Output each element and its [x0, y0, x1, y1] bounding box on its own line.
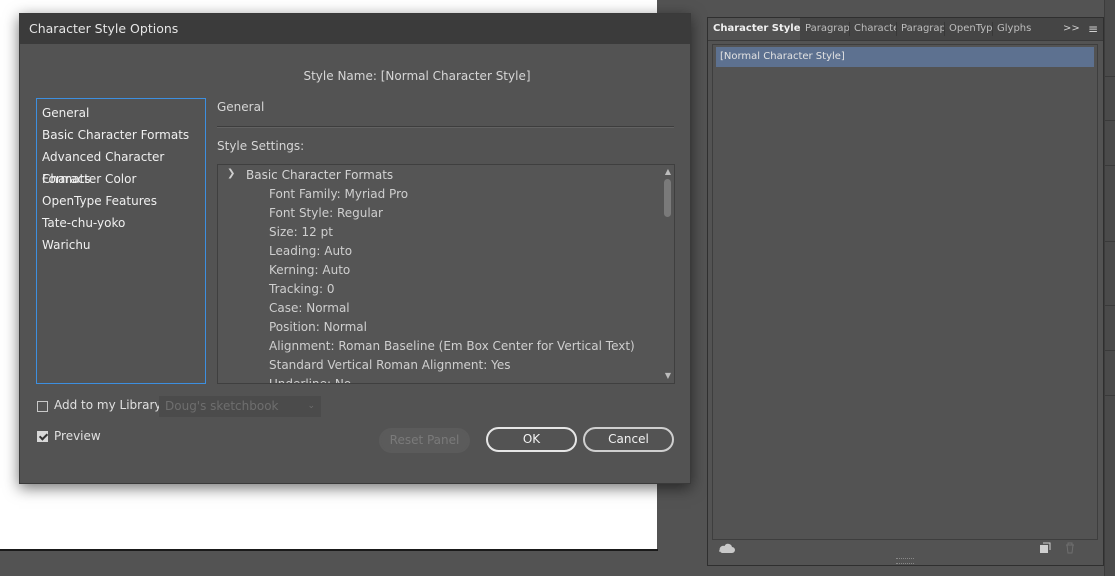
expand-panel-icon[interactable]: >> [1063, 18, 1080, 40]
scroll-up-icon[interactable]: ▲ [663, 167, 673, 177]
preview-checkbox[interactable] [37, 431, 48, 442]
tab-character-styles[interactable]: Character Styles [708, 18, 800, 40]
new-style-icon[interactable] [1039, 542, 1051, 556]
settings-line: Tracking: 0 [269, 282, 335, 296]
settings-line: Case: Normal [269, 301, 350, 315]
add-to-library-label[interactable]: Add to my Library [54, 398, 161, 412]
style-settings-label: Style Settings: [217, 139, 305, 153]
settings-line: Size: 12 pt [269, 225, 333, 239]
settings-line: Font Family: Myriad Pro [269, 187, 409, 201]
dialog-title: Character Style Options [20, 14, 690, 44]
settings-line: Standard Vertical Roman Alignment: Yes [269, 358, 511, 372]
library-select-value: Doug's sketchbook [165, 399, 279, 413]
reset-panel-button[interactable]: Reset Panel [379, 428, 470, 453]
settings-line: Kerning: Auto [269, 263, 351, 277]
list-item-normal-character-style[interactable]: [Normal Character Style] [716, 47, 1094, 67]
style-name-value: [Normal Character Style] [380, 69, 531, 83]
scroll-down-icon[interactable]: ▼ [663, 371, 673, 381]
style-name-label: Style Name: [303, 69, 377, 83]
settings-line: Position: Normal [269, 320, 367, 334]
panel-tab-bar: Character Styles Paragrap Characte Parag… [708, 18, 1103, 41]
chevron-down-icon[interactable]: ❯ [227, 167, 239, 181]
category-item-character-color[interactable]: Character Color [37, 168, 205, 190]
category-item-basic-character-formats[interactable]: Basic Character Formats [37, 124, 205, 146]
ok-button[interactable]: OK [486, 427, 577, 452]
settings-line: Font Style: Regular [269, 206, 383, 220]
cloud-icon[interactable] [718, 542, 736, 556]
tab-paragraph[interactable]: Paragrap [896, 18, 944, 40]
settings-line: Alignment: Roman Baseline (Em Box Center… [269, 339, 635, 353]
section-divider [217, 126, 674, 128]
tab-opentype[interactable]: OpenTyp [944, 18, 992, 40]
trash-icon[interactable] [1064, 542, 1076, 556]
style-name-row: Style Name: [Normal Character Style] [20, 69, 690, 83]
library-select[interactable]: Doug's sketchbook ⌄ [159, 396, 321, 417]
category-item-general[interactable]: General [37, 102, 205, 124]
preview-label[interactable]: Preview [54, 429, 101, 443]
character-styles-list[interactable]: [Normal Character Style] [712, 44, 1098, 540]
category-item-warichu[interactable]: Warichu [37, 234, 205, 256]
scroll-thumb[interactable] [664, 179, 671, 217]
settings-line: Leading: Auto [269, 244, 353, 258]
section-heading: General [217, 100, 265, 114]
cancel-button[interactable]: Cancel [583, 427, 674, 452]
character-style-options-dialog: Character Style Options Style Name: [Nor… [19, 13, 691, 484]
settings-group-basic-character-formats[interactable]: Basic Character Formats [246, 166, 393, 185]
character-styles-panel: Character Styles Paragrap Characte Parag… [707, 17, 1104, 566]
category-item-tate-chu-yoko[interactable]: Tate-chu-yoko [37, 212, 205, 234]
tab-paragraph-styles[interactable]: Paragrap [800, 18, 849, 40]
panel-footer [708, 541, 1103, 559]
style-settings-box[interactable]: ❯ Basic Character Formats Font Family: M… [217, 164, 675, 384]
panel-resize-grip[interactable] [896, 558, 914, 564]
chevron-down-icon: ⌄ [307, 401, 315, 411]
document-page-edge [0, 549, 658, 551]
right-dock-strip [1104, 0, 1115, 576]
add-to-library-checkbox[interactable] [37, 401, 48, 412]
tab-character[interactable]: Characte [849, 18, 896, 40]
settings-line: Underline: No [269, 377, 352, 384]
panel-menu-icon[interactable]: ≡ [1086, 18, 1100, 40]
category-item-advanced-character-formats[interactable]: Advanced Character Formats [37, 146, 205, 186]
settings-scrollbar[interactable]: ▲ ▼ [662, 165, 674, 383]
tab-glyphs[interactable]: Glyphs [992, 18, 1038, 40]
category-list[interactable]: General Basic Character Formats Advanced… [36, 98, 206, 384]
category-item-opentype-features[interactable]: OpenType Features [37, 190, 205, 212]
